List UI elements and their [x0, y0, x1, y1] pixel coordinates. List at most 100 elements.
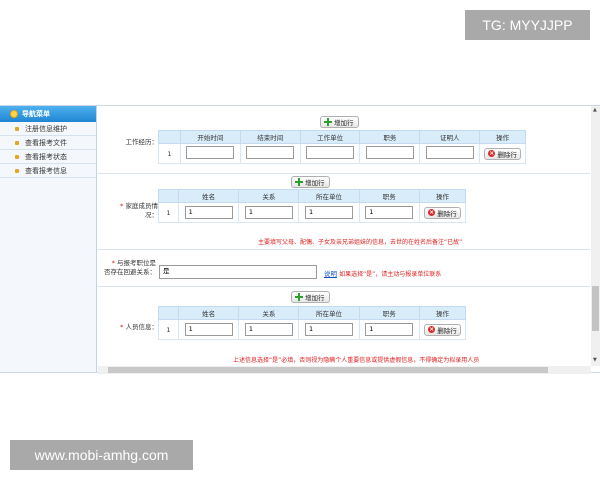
row-index: 1	[158, 319, 179, 340]
delete-row-label: 删除行	[497, 150, 517, 159]
column-header: 操作	[418, 306, 467, 320]
relation-explain-link[interactable]: 说明	[324, 270, 337, 278]
column-header: 操作	[418, 189, 467, 203]
sidebar-item-register-info[interactable]: 注册信息维护	[0, 122, 96, 136]
end-time-input[interactable]	[246, 146, 295, 159]
family-note: 主要填写父母、配偶、子女及亲兄弟姐妹的信息，去世的在姓名后备注“已故”	[258, 239, 463, 246]
add-row-label: 增加行	[305, 294, 325, 302]
sidebar-item-label: 注册信息维护	[25, 124, 67, 133]
relation-hint-row: 说明 如果选择“是”，请主动与报录单位联系	[324, 268, 441, 278]
column-header: 开始时间	[180, 130, 241, 144]
sidebar-title: 导航菜单	[22, 110, 50, 118]
column-header: 证明人	[419, 130, 481, 144]
name-input[interactable]: 1	[184, 323, 233, 336]
scroll-down-icon[interactable]: ▼	[593, 357, 597, 363]
sidebar-item-label: 查看报考信息	[25, 166, 67, 175]
main-form: 工作经历： 增加行 开始时间 结束时间 工作单位 职务 证明人 操作 1 × 删…	[98, 106, 590, 366]
column-header: 工作单位	[299, 130, 361, 144]
personnel-table: 姓名 关系 所在单位 职务 操作 1 1 1 1 1 × 删除行	[158, 306, 467, 340]
column-header: 职务	[359, 130, 421, 144]
watermark-bottom: www.mobi-amhg.com	[10, 440, 193, 470]
personnel-add-row-button[interactable]: 增加行	[291, 291, 330, 303]
scrollbar-thumb[interactable]	[108, 367, 548, 373]
column-header: 姓名	[177, 306, 240, 320]
relation-hint: 如果选择“是”，请主动与报录单位联系	[339, 271, 442, 278]
relation-label: * 与报考职位是 否存在回避关系：	[98, 259, 156, 277]
work-history-table: 开始时间 结束时间 工作单位 职务 证明人 操作 1 × 删除行	[158, 130, 526, 164]
scroll-up-icon[interactable]: ▲	[593, 107, 597, 113]
sidebar-item-exam-status[interactable]: 查看报考状态	[0, 150, 96, 164]
personnel-section: * 人员信息： 增加行 姓名 关系 所在单位 职务 操作 1 1 1 1 1 ×…	[98, 287, 590, 366]
relation-input[interactable]: 1	[244, 206, 293, 219]
horizontal-scrollbar[interactable]	[98, 366, 591, 374]
column-header: 关系	[238, 306, 300, 320]
name-input[interactable]: 1	[184, 206, 233, 219]
delete-row-button[interactable]: × 删除行	[424, 206, 461, 219]
delete-icon: ×	[428, 209, 436, 216]
relation-label-line1: 与报考职位是	[117, 259, 156, 267]
table-row: 1 1 1 1 1 × 删除行	[158, 202, 467, 223]
watermark-top: TG: MYYJJPP	[465, 10, 590, 40]
personnel-note: 上述信息选择“是”必填，否则视为隐瞒个人重要信息或提供虚假信息，不得确定为拟录用…	[233, 357, 480, 364]
family-label: * 家庭成员情 况：	[102, 202, 158, 220]
unit-input[interactable]: 1	[305, 323, 354, 336]
sidebar-item-label: 查看报考状态	[25, 152, 67, 161]
bullet-icon	[15, 141, 19, 145]
position-input[interactable]	[365, 146, 414, 159]
start-time-input[interactable]	[186, 146, 235, 159]
relation-section: * 与报考职位是 否存在回避关系： 是 说明 如果选择“是”，请主动与报录单位联…	[98, 250, 590, 287]
family-table: 姓名 关系 所在单位 职务 操作 1 1 1 1 1 × 删除行	[158, 189, 467, 223]
index-header	[158, 189, 179, 203]
delete-row-button[interactable]: × 删除行	[484, 147, 521, 160]
delete-icon: ×	[428, 326, 436, 333]
required-mark: *	[111, 259, 115, 267]
required-mark: *	[120, 202, 124, 210]
column-header: 所在单位	[298, 306, 360, 320]
sidebar: 导航菜单 注册信息维护 查看报考文件 查看报考状态 查看报考信息	[0, 106, 97, 372]
position-input[interactable]: 1	[365, 206, 414, 219]
plus-icon	[295, 178, 303, 186]
menu-icon	[10, 110, 18, 118]
personnel-label: * 人员信息：	[102, 323, 158, 332]
table-row: 1 × 删除行	[158, 143, 526, 164]
sidebar-header: 导航菜单	[0, 106, 96, 122]
delete-row-label: 删除行	[437, 326, 457, 335]
column-header: 职务	[358, 189, 420, 203]
delete-row-button[interactable]: × 删除行	[424, 323, 461, 336]
column-header: 姓名	[177, 189, 240, 203]
family-label-line2: 况：	[145, 211, 158, 219]
bullet-icon	[15, 155, 19, 159]
column-header: 关系	[238, 189, 300, 203]
witness-input[interactable]	[425, 146, 474, 159]
relation-select[interactable]: 是	[159, 265, 317, 279]
vertical-scrollbar[interactable]: ▲ ▼	[591, 106, 600, 366]
delete-row-label: 删除行	[437, 209, 457, 218]
app-frame: 导航菜单 注册信息维护 查看报考文件 查看报考状态 查看报考信息 工作经历： 增…	[0, 105, 600, 374]
table-row: 1 1 1 1 1 × 删除行	[158, 319, 467, 340]
position-input[interactable]: 1	[365, 323, 414, 336]
index-header	[158, 130, 181, 144]
work-unit-input[interactable]	[306, 146, 355, 159]
bullet-icon	[15, 127, 19, 131]
bullet-icon	[15, 169, 19, 173]
plus-icon	[295, 293, 303, 301]
scrollbar-thumb[interactable]	[592, 286, 599, 331]
index-header	[158, 306, 179, 320]
column-header: 结束时间	[239, 130, 301, 144]
unit-input[interactable]: 1	[305, 206, 354, 219]
relation-input[interactable]: 1	[244, 323, 293, 336]
column-header: 操作	[479, 130, 526, 144]
delete-icon: ×	[488, 150, 496, 157]
relation-label-line2: 否存在回避关系：	[104, 268, 156, 276]
family-label-line1: 家庭成员情	[125, 202, 159, 210]
add-row-label: 增加行	[305, 179, 325, 187]
row-index: 1	[158, 143, 181, 164]
column-header: 职务	[358, 306, 420, 320]
sidebar-item-exam-info[interactable]: 查看报考信息	[0, 164, 96, 178]
sidebar-item-exam-files[interactable]: 查看报考文件	[0, 136, 96, 150]
family-add-row-button[interactable]: 增加行	[291, 176, 330, 188]
required-mark: *	[120, 323, 124, 331]
work-history-add-row-button[interactable]: 增加行	[320, 116, 359, 128]
family-section: * 家庭成员情 况： 增加行 姓名 关系 所在单位 职务 操作 1 1 1 1 …	[98, 174, 590, 250]
row-index: 1	[158, 202, 179, 223]
